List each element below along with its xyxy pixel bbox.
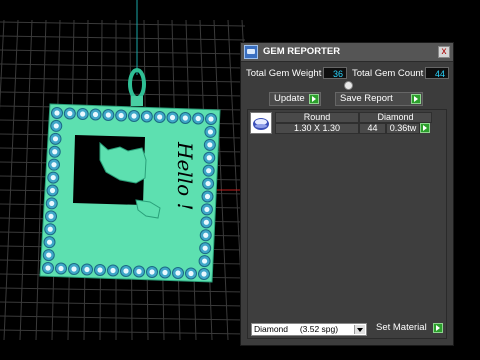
gem-highlight — [157, 114, 163, 120]
diamond-gem-icon — [250, 112, 272, 134]
gem-highlight — [97, 267, 103, 273]
gem-material-cell: Diamond — [359, 112, 432, 123]
gem-highlight — [123, 268, 129, 274]
grid-line — [35, 19, 47, 341]
total-gem-count-label: Total Gem Count — [352, 68, 424, 79]
gem-highlight — [45, 265, 51, 271]
save-report-button-label: Save Report — [340, 93, 393, 104]
gem-highlight — [182, 115, 188, 121]
arrow-right-icon — [433, 323, 443, 333]
update-button-label: Update — [274, 93, 305, 104]
total-gem-weight-label: Total Gem Weight — [246, 68, 322, 79]
gem-highlight — [110, 267, 116, 274]
gem-highlight — [201, 258, 208, 264]
gem-highlight — [54, 110, 60, 116]
gem-highlight — [207, 129, 214, 135]
gem-highlight — [67, 110, 73, 117]
close-icon[interactable]: x — [438, 46, 450, 58]
gem-highlight — [208, 116, 214, 122]
gem-highlight — [92, 111, 99, 118]
gem-highlight — [175, 270, 181, 276]
gem-highlight — [195, 115, 201, 122]
gem-reporter-panel: GEM REPORTER x Total Gem Weight 36 Total… — [240, 42, 454, 346]
gem-highlight — [203, 232, 209, 238]
gem-highlight — [52, 136, 59, 142]
gem-highlight — [46, 239, 53, 245]
grid-line — [3, 19, 19, 341]
panel-title: GEM REPORTER — [263, 46, 341, 57]
set-material-button[interactable]: Set Material — [372, 322, 444, 336]
material-select-value: Diamond (3.52 spg) — [254, 324, 339, 334]
save-report-button[interactable]: Save Report — [335, 92, 423, 106]
gem-highlight — [118, 112, 124, 119]
gem-highlight — [49, 200, 55, 207]
gem-size-cell: 1.30 X 1.30 — [275, 123, 359, 134]
gem-highlight — [131, 113, 137, 119]
arrow-right-icon — [309, 94, 319, 104]
gem-highlight — [202, 245, 208, 251]
gem-highlight — [206, 168, 212, 174]
pendant-model[interactable]: Hello ! — [39, 68, 221, 283]
gem-highlight — [136, 268, 142, 275]
grid-line — [0, 19, 5, 111]
gem-highlight — [105, 112, 111, 118]
total-gem-count-value: 44 — [425, 67, 449, 79]
gem-highlight — [169, 114, 176, 121]
set-material-button-label: Set Material — [376, 322, 427, 333]
grid-line — [0, 35, 246, 41]
gem-highlight — [49, 187, 56, 194]
panel-titlebar[interactable]: GEM REPORTER x — [241, 43, 453, 62]
gem-list[interactable]: Round 1.30 X 1.30 Diamond 44 0.36tw — [247, 109, 447, 339]
gem-highlight — [162, 269, 168, 276]
grid-line — [0, 77, 246, 83]
gem-highlight — [46, 252, 52, 258]
update-button[interactable]: Update — [269, 92, 321, 106]
pendant-bail-connector — [131, 96, 143, 106]
gem-highlight — [50, 174, 56, 181]
gem-highlight — [206, 155, 212, 161]
gem-weight-cell: 0.36tw — [386, 123, 420, 134]
gem-highlight — [58, 265, 64, 272]
gem-highlight — [47, 226, 53, 232]
gem-highlight — [80, 111, 86, 117]
gem-highlight — [84, 266, 90, 273]
gem-row-arrow-icon[interactable] — [420, 123, 430, 133]
gem-highlight — [144, 113, 150, 120]
chevron-down-icon — [354, 325, 365, 334]
gem-app-icon — [244, 45, 258, 59]
gem-highlight — [52, 149, 58, 155]
grid-line — [19, 19, 33, 341]
material-select[interactable]: Diamond (3.52 spg) — [251, 323, 367, 336]
gem-highlight — [71, 266, 77, 272]
gem-highlight — [203, 219, 209, 225]
grid-line — [0, 91, 246, 97]
grid-line — [0, 49, 246, 55]
gem-highlight — [205, 180, 211, 187]
gem-highlight — [204, 193, 211, 200]
total-gem-weight-value: 36 — [323, 67, 347, 79]
pendant-engraving: Hello ! — [173, 141, 197, 211]
gem-highlight — [51, 162, 57, 168]
grid-line — [0, 287, 246, 293]
gem-highlight — [149, 269, 155, 275]
grid-line — [0, 63, 246, 69]
gem-highlight — [188, 270, 194, 277]
gem-highlight — [207, 142, 213, 148]
collapse-toggle-icon[interactable] — [344, 81, 353, 90]
grid-line — [0, 21, 246, 27]
gem-highlight — [48, 213, 54, 219]
gem-highlight — [53, 123, 59, 129]
arrow-right-icon — [411, 94, 421, 104]
gem-count-cell: 44 — [359, 123, 386, 134]
gem-highlight — [201, 271, 207, 277]
gem-shape-cell: Round — [275, 112, 359, 123]
gem-highlight — [204, 206, 210, 213]
